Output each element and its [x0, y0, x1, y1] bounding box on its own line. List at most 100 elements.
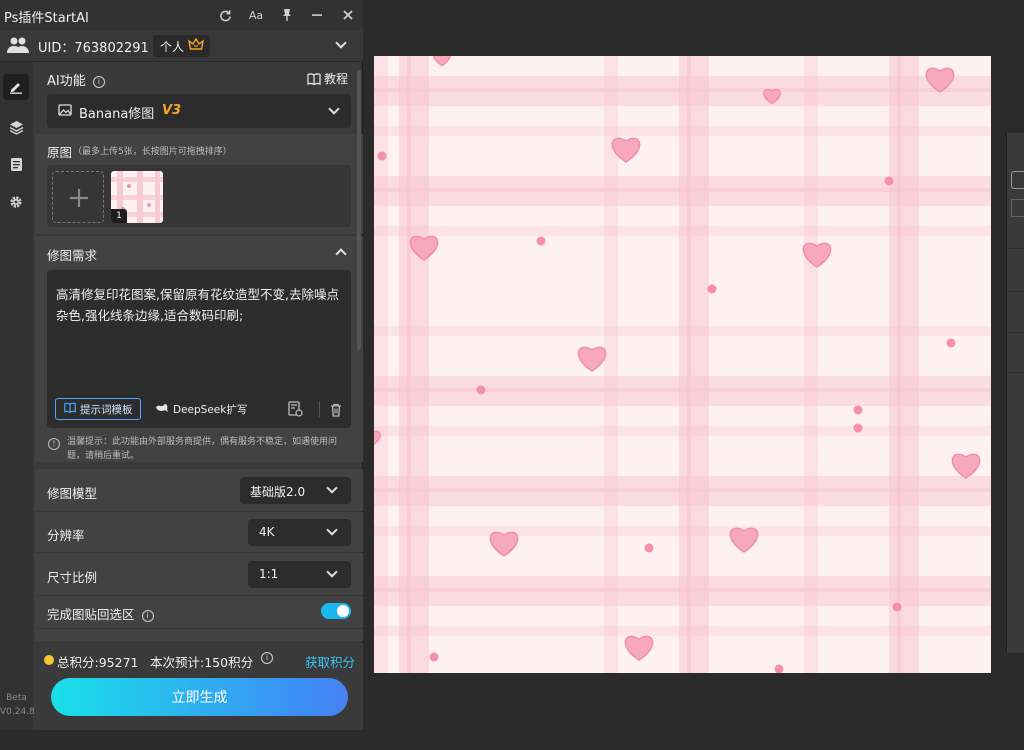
side-rail: Beta V0.24.8 [0, 62, 35, 730]
ai-function-select[interactable]: Banana修图 V3 [47, 94, 351, 128]
document-canvas[interactable] [374, 56, 991, 673]
ai-function-label: AI功能 i [47, 70, 105, 89]
book-icon [64, 402, 76, 416]
app-title: Ps插件StartAI [4, 11, 89, 26]
panel-field[interactable] [1011, 199, 1024, 217]
paste-back-toggle[interactable] [321, 603, 351, 619]
dot-shape [476, 385, 486, 395]
font-size-icon[interactable]: Aa [246, 5, 266, 25]
plaid-stripe [374, 226, 991, 236]
divider-section [35, 629, 363, 641]
dot-shape [536, 236, 546, 246]
book-icon [307, 73, 321, 88]
requirement-label: 修图需求 [47, 248, 98, 263]
beta-label: Beta [6, 693, 27, 703]
resolution-select[interactable]: 4K [248, 519, 351, 546]
requirement-text[interactable]: 高清修复印花图案,保留原有花纹造型不变,去除噪点杂色,强化线条边缘,适合数码印刷… [56, 284, 342, 326]
plaid-stripe [374, 526, 991, 536]
layer-row[interactable] [1007, 293, 1024, 333]
heart-plaid-pattern [374, 56, 991, 673]
thumbnail-index: 1 [111, 209, 127, 223]
info-icon: i [92, 76, 105, 88]
chevron-down-icon [326, 566, 338, 578]
generate-button[interactable]: 立即生成 [51, 678, 348, 716]
refresh-icon[interactable] [215, 5, 235, 25]
divider [319, 401, 320, 417]
toggle-knob [337, 605, 349, 617]
plugin-panel: Ps插件StartAI Aa UID：763802291 个人 Beta V0.… [0, 0, 363, 730]
layers-panel-edge [1006, 133, 1024, 653]
resolution-label: 分辨率 [47, 528, 85, 543]
prompt-template-label: 提示词模板 [80, 403, 133, 416]
uid-label: UID：763802291 [38, 41, 149, 56]
ratio-value: 1:1 [259, 567, 279, 581]
panel-field[interactable] [1011, 171, 1024, 189]
image-icon [58, 104, 72, 120]
chevron-down-icon [328, 103, 340, 115]
ai-function-value: Banana修图 [79, 107, 155, 122]
settings-icon[interactable] [3, 189, 29, 215]
users-icon [7, 36, 29, 58]
coin-icon [44, 655, 54, 665]
model-select[interactable]: 基础版2.0 [240, 477, 351, 504]
layer-row[interactable] [1007, 248, 1024, 292]
version-label: V0.24.8 [0, 707, 35, 717]
pin-icon[interactable] [277, 5, 297, 25]
dot-shape [884, 176, 894, 186]
original-thumbnail[interactable]: 1 [111, 171, 163, 223]
history-icon[interactable] [287, 401, 303, 421]
original-label: 原图 [47, 145, 73, 160]
dot-shape [377, 151, 387, 161]
heart-shape [577, 346, 607, 372]
model-label: 修图模型 [47, 486, 98, 501]
plaid-stripe [374, 88, 991, 92]
plan-badge-label: 个人 [160, 39, 185, 54]
minimize-icon[interactable] [307, 5, 327, 25]
plaid-stripe [374, 626, 991, 636]
info-icon: i [141, 610, 154, 622]
requirement-textarea[interactable]: 高清修复印花图案,保留原有花纹造型不变,去除噪点杂色,强化线条边缘,适合数码印刷… [47, 270, 351, 428]
plaid-stripe [374, 426, 991, 436]
dot-shape [707, 284, 717, 294]
edit-icon[interactable] [3, 74, 29, 100]
account-dropdown-icon[interactable] [335, 37, 347, 49]
title-bar: Ps插件StartAI Aa [0, 0, 363, 30]
prompt-template-button[interactable]: 提示词模板 [55, 398, 141, 420]
chevron-down-icon [326, 524, 338, 536]
heart-shape [433, 56, 451, 67]
info-icon: i [261, 652, 273, 664]
total-points: 总积分:95271 [57, 655, 139, 670]
get-points-link[interactable]: 获取积分 [305, 652, 355, 671]
plaid-stripe [374, 488, 991, 492]
dot-shape [892, 602, 902, 612]
plaid-stripe [374, 188, 991, 192]
resolution-value: 4K [259, 525, 275, 539]
dot-shape [853, 423, 863, 433]
layer-row[interactable] [1007, 333, 1024, 373]
dot-shape [644, 543, 654, 553]
heart-shape [729, 527, 759, 553]
account-bar: UID：763802291 个人 [0, 30, 363, 62]
ratio-select[interactable]: 1:1 [248, 561, 351, 588]
plaid-stripe [374, 388, 991, 392]
plaid-stripe [374, 588, 991, 592]
plaid-stripe [374, 126, 991, 136]
layers-icon[interactable] [3, 114, 29, 140]
notes-icon[interactable] [3, 151, 29, 177]
trash-icon[interactable] [330, 402, 342, 421]
model-value: 基础版2.0 [250, 485, 306, 499]
tutorial-link[interactable]: 教程 [307, 70, 348, 88]
plaid-stripe [374, 326, 991, 336]
close-icon[interactable] [338, 5, 358, 25]
estimate-points: 本次预计:150积分 [150, 655, 254, 670]
deepseek-button[interactable]: DeepSeek扩写 [155, 398, 247, 420]
dot-shape [774, 664, 784, 673]
crown-icon [187, 37, 205, 54]
version-tag: V3 [162, 103, 182, 118]
plan-badge[interactable]: 个人 [153, 35, 211, 57]
upload-button[interactable] [52, 171, 104, 223]
chevron-down-icon [326, 482, 338, 494]
panel-scrollbar[interactable] [357, 70, 361, 350]
ratio-label: 尺寸比例 [47, 570, 98, 585]
paste-back-label: 完成图贴回选区 i [47, 604, 154, 623]
